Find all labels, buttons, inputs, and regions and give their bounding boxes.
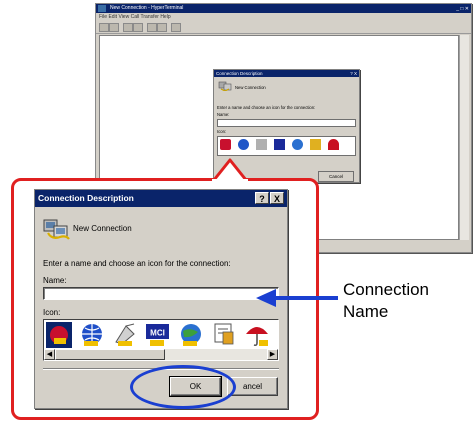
receive-icon[interactable] bbox=[157, 23, 167, 32]
dialog-title-bar: Connection Description bbox=[35, 190, 287, 207]
icon-list-scrollbar[interactable]: ◀ ▶ bbox=[44, 349, 278, 360]
name-label: Name: bbox=[43, 276, 67, 285]
small-dialog-title-bar: Connection Description ? X bbox=[214, 70, 359, 77]
connect-icon[interactable] bbox=[123, 23, 133, 32]
notes-icon[interactable] bbox=[211, 322, 237, 348]
umbrella-icon[interactable] bbox=[244, 322, 270, 348]
small-name-input[interactable] bbox=[217, 119, 356, 127]
send-icon[interactable] bbox=[147, 23, 157, 32]
properties-icon[interactable] bbox=[171, 23, 181, 32]
satellite-icon[interactable] bbox=[112, 322, 138, 348]
toolbar bbox=[96, 21, 471, 34]
small-prompt: Enter a name and choose an icon for the … bbox=[217, 105, 316, 110]
small-icon-label: Icon: bbox=[217, 129, 227, 134]
scroll-thumb[interactable] bbox=[55, 349, 165, 360]
phone-icon[interactable] bbox=[220, 139, 231, 150]
notes-icon[interactable] bbox=[310, 139, 321, 150]
help-button[interactable]: ? bbox=[255, 192, 269, 204]
globe-icon[interactable] bbox=[238, 139, 249, 150]
open-icon[interactable] bbox=[109, 23, 119, 32]
name-input[interactable] bbox=[43, 287, 279, 300]
new-icon[interactable] bbox=[99, 23, 109, 32]
menu-bar[interactable]: File Edit View Call Transfer Help bbox=[96, 13, 471, 21]
connection-icon bbox=[43, 219, 70, 240]
window-title-bar: New Connection - HyperTerminal _ □ ✕ bbox=[96, 4, 471, 13]
small-connection-name: New Connection bbox=[235, 85, 266, 90]
umbrella-icon[interactable] bbox=[328, 139, 339, 150]
small-connection-dialog: Connection Description ? X New Connectio… bbox=[213, 69, 360, 183]
vertical-scrollbar[interactable] bbox=[459, 35, 469, 240]
satellite-icon[interactable] bbox=[256, 139, 267, 150]
scroll-left-icon[interactable]: ◀ bbox=[44, 349, 55, 360]
annotation-line-2: Name bbox=[343, 302, 389, 321]
mci-icon[interactable] bbox=[274, 139, 285, 150]
small-cancel-button[interactable]: Cancel bbox=[318, 171, 354, 182]
ok-highlight-ellipse bbox=[130, 365, 236, 409]
hyperterminal-icon bbox=[98, 5, 106, 12]
scroll-right-icon[interactable]: ▶ bbox=[267, 349, 278, 360]
small-name-label: Name: bbox=[217, 112, 230, 117]
small-dialog-controls[interactable]: ? X bbox=[350, 70, 357, 77]
small-icon-list[interactable] bbox=[217, 136, 356, 156]
connection-icon bbox=[218, 81, 232, 91]
dialog-title: Connection Description bbox=[38, 193, 134, 203]
callout-arrow-icon bbox=[256, 289, 338, 307]
icon-label: Icon: bbox=[43, 308, 61, 317]
connection-name-annotation: Connection Name bbox=[343, 279, 429, 323]
globe-icon[interactable] bbox=[79, 322, 105, 348]
mci-icon[interactable]: MCI bbox=[145, 322, 171, 348]
icon-list[interactable]: MCI ◀ ▶ bbox=[43, 319, 279, 361]
small-dialog-title: Connection Description bbox=[216, 71, 263, 76]
mci-text: MCI bbox=[150, 329, 165, 338]
dialog-prompt: Enter a name and choose an icon for the … bbox=[43, 259, 231, 268]
globe-icon[interactable] bbox=[292, 139, 303, 150]
disconnect-icon[interactable] bbox=[133, 23, 143, 32]
phone-icon[interactable] bbox=[46, 322, 72, 348]
annotation-line-1: Connection bbox=[343, 280, 430, 299]
window-title: New Connection - HyperTerminal bbox=[110, 5, 184, 11]
connection-name-text: New Connection bbox=[73, 224, 132, 233]
globe-icon[interactable] bbox=[178, 322, 204, 348]
close-button[interactable]: X bbox=[270, 192, 284, 204]
